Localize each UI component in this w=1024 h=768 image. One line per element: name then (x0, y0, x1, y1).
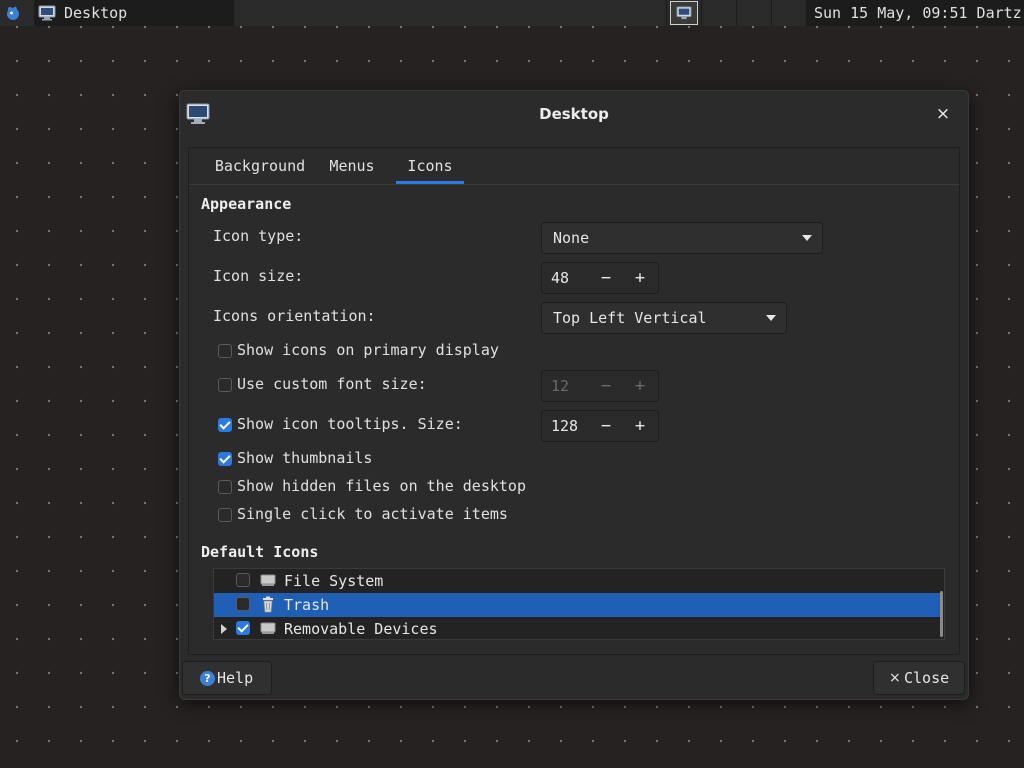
workspace-3[interactable] (736, 0, 771, 26)
tooltips-checkbox[interactable] (218, 418, 232, 432)
settings-notebook: Background Menus Icons Appearance Icon t… (188, 147, 960, 655)
icon-size-increment-button[interactable]: + (631, 263, 649, 293)
help-icon: ? (200, 671, 215, 686)
thumbnails-checkbox[interactable] (218, 452, 232, 466)
help-button-label: Help (217, 669, 254, 687)
tooltips-label[interactable]: Show icon tooltips. Size: (237, 415, 463, 433)
icon-size-label: Icon size: (213, 267, 304, 285)
list-item-removable-devices[interactable]: Removable Devices (214, 617, 942, 639)
close-button-label: Close (904, 669, 950, 687)
tab-menus[interactable]: Menus (323, 148, 381, 184)
orientation-combo[interactable]: Top Left Vertical (541, 302, 787, 334)
desktop-settings-dialog: Desktop × Background Menus Icons Appeara… (179, 90, 969, 700)
tooltip-size-increment-button[interactable]: + (631, 411, 649, 441)
taskbar-item-desktop[interactable]: Desktop (34, 0, 234, 26)
removable-devices-checkbox[interactable] (236, 621, 250, 635)
trash-checkbox[interactable] (236, 597, 250, 611)
close-icon[interactable]: × (932, 103, 954, 125)
help-button[interactable]: ? Help (182, 661, 272, 695)
list-item-file-system[interactable]: File System (214, 569, 942, 593)
workspace-2[interactable] (701, 0, 736, 26)
workspace-1-frame (670, 1, 698, 25)
drive-icon (260, 622, 276, 634)
hidden-files-label[interactable]: Show hidden files on the desktop (237, 477, 526, 495)
workspace-4[interactable] (771, 0, 806, 26)
font-size-spinner: 12 − + (541, 370, 659, 402)
whisker-menu-button[interactable] (4, 4, 22, 22)
file-system-checkbox[interactable] (236, 573, 250, 587)
orientation-value: Top Left Vertical (553, 309, 707, 327)
hidden-files-checkbox[interactable] (218, 480, 232, 494)
font-size-decrement-button: − (600, 376, 612, 396)
tooltip-size-spinner[interactable]: 128 − + (541, 410, 659, 442)
top-panel: Desktop Sun 15 May, 09:51 Dartz (0, 0, 1024, 26)
monitor-icon (38, 5, 56, 21)
icon-size-decrement-button[interactable]: − (597, 263, 615, 293)
trash-icon (263, 596, 273, 613)
appearance-heading: Appearance (201, 195, 292, 213)
icon-size-spinner[interactable]: 48 − + (541, 262, 659, 294)
list-item-label: Trash (284, 596, 330, 614)
close-button[interactable]: × Close (873, 661, 965, 695)
custom-font-checkbox[interactable] (218, 378, 232, 392)
drive-icon (260, 574, 276, 586)
icon-size-value: 48 (551, 269, 570, 287)
default-icons-heading: Default Icons (201, 543, 319, 561)
list-item-label: Removable Devices (284, 620, 438, 638)
show-primary-label[interactable]: Show icons on primary display (237, 341, 499, 359)
tooltip-size-value: 128 (551, 417, 579, 435)
titlebar[interactable]: Desktop × (180, 91, 968, 137)
show-primary-checkbox[interactable] (218, 344, 232, 358)
single-click-label[interactable]: Single click to activate items (237, 505, 508, 523)
font-size-value: 12 (551, 377, 570, 395)
default-icons-list: File System Trash Removable Devices (213, 568, 945, 640)
dialog-title: Desktop (539, 105, 609, 123)
list-item-label: File System (284, 572, 384, 590)
xfce-mouse-icon (7, 6, 19, 20)
single-click-checkbox[interactable] (218, 508, 232, 522)
orientation-label: Icons orientation: (213, 307, 376, 325)
icon-type-label: Icon type: (213, 227, 304, 245)
thumbnails-label[interactable]: Show thumbnails (237, 449, 372, 467)
tab-bar: Background Menus Icons (189, 148, 959, 185)
list-item-trash[interactable]: Trash (214, 593, 942, 617)
icon-type-value: None (553, 229, 590, 247)
icon-type-combo[interactable]: None (541, 222, 823, 254)
clock[interactable]: Sun 15 May, 09:51 Dartz (806, 0, 1024, 26)
workspace-pager (666, 0, 806, 26)
taskbar-item-label: Desktop (64, 4, 128, 22)
tab-background[interactable]: Background (201, 148, 319, 184)
close-icon: × (889, 670, 901, 686)
chevron-down-icon (766, 315, 776, 321)
custom-font-label[interactable]: Use custom font size: (237, 375, 427, 393)
list-scrollbar[interactable] (940, 591, 943, 637)
workspace-1[interactable] (666, 0, 701, 26)
font-size-increment-button: + (634, 376, 646, 396)
monitor-icon (676, 6, 692, 20)
chevron-down-icon (802, 235, 812, 241)
tooltip-size-decrement-button[interactable]: − (597, 411, 615, 441)
expander-arrow-icon[interactable] (221, 624, 227, 634)
tab-icons[interactable]: Icons (396, 148, 464, 184)
